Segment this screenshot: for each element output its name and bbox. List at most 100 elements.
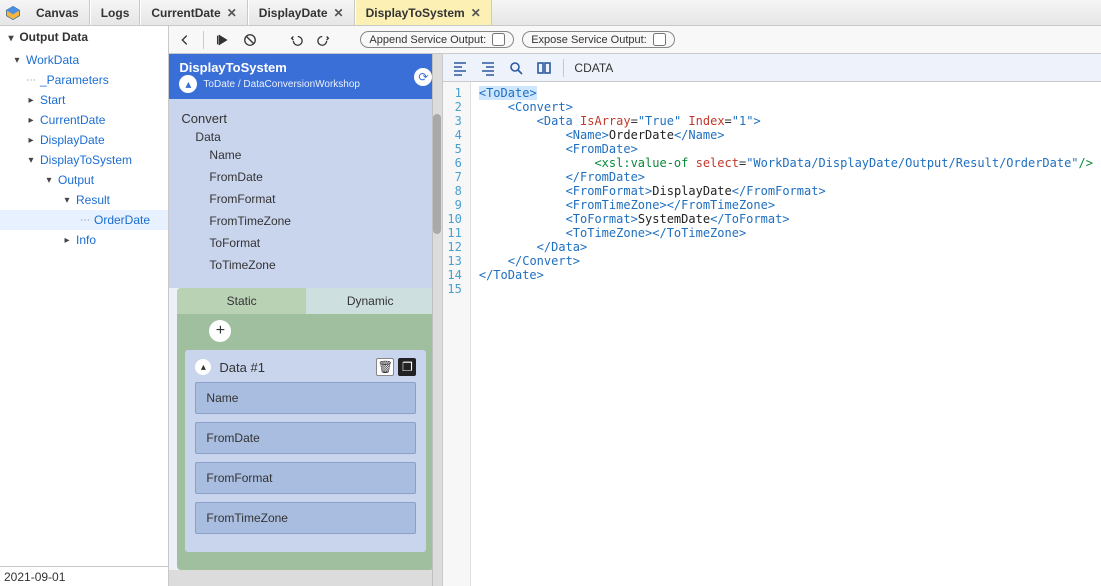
- append-output-checkbox[interactable]: [492, 33, 505, 46]
- schema-node-totimezone[interactable]: ToTimeZone: [181, 254, 430, 276]
- code-content[interactable]: <ToDate> <Convert> <Data IsArray="True" …: [471, 82, 1101, 586]
- schema-l1[interactable]: Data: [181, 130, 430, 144]
- align-right-icon[interactable]: [479, 59, 497, 77]
- align-left-icon[interactable]: [451, 59, 469, 77]
- caret-right-icon[interactable]: ▸: [26, 135, 36, 146]
- caret-down-icon[interactable]: ▾: [26, 155, 36, 166]
- leaf-icon[interactable]: ⋯: [80, 215, 90, 226]
- tree-item-label: Output: [58, 173, 94, 187]
- tree-item-workdata[interactable]: ▾WorkData: [0, 50, 168, 70]
- code-panel: CDATA 123456789101112131415 <ToDate> <Co…: [443, 54, 1101, 586]
- schema-root[interactable]: Convert: [181, 107, 430, 130]
- undo-icon[interactable]: [286, 30, 306, 50]
- tree-root-label: Output Data: [19, 30, 88, 44]
- expose-output-checkbox[interactable]: [653, 33, 666, 46]
- data-item-title: Data #1: [219, 360, 265, 375]
- card-header: DisplayToSystem ▴ ToDate / DataConversio…: [169, 54, 442, 99]
- redo-icon[interactable]: [314, 30, 334, 50]
- caret-down-icon[interactable]: ▾: [12, 55, 22, 66]
- scrollbar[interactable]: [432, 54, 442, 586]
- service-card: DisplayToSystem ▴ ToDate / DataConversio…: [169, 54, 442, 570]
- add-item-button[interactable]: +: [209, 320, 231, 342]
- run-icon[interactable]: [212, 30, 232, 50]
- tree-item-label: _Parameters: [40, 73, 109, 87]
- schema-node-fromformat[interactable]: FromFormat: [181, 188, 430, 210]
- config-tabs: Static Dynamic: [177, 288, 434, 314]
- copy-icon[interactable]: ❐: [398, 358, 416, 376]
- tree-item-label: OrderDate: [94, 213, 150, 227]
- workspace: Append Service Output: Expose Service Ou…: [169, 26, 1101, 586]
- delete-icon[interactable]: 🗑: [376, 358, 394, 376]
- tab-label: Logs: [101, 6, 130, 20]
- expose-output-label: Expose Service Output:: [531, 34, 647, 46]
- append-output-label: Append Service Output:: [369, 34, 486, 46]
- left-panel: ▾ Output Data ▾WorkData ⋯ _Parameters ▸Star…: [0, 26, 169, 586]
- field-fromtimezone[interactable]: FromTimeZone: [195, 502, 416, 534]
- append-output-toggle[interactable]: Append Service Output:: [360, 31, 514, 48]
- schema-node-fromtimezone[interactable]: FromTimeZone: [181, 210, 430, 232]
- card-subtitle: ToDate / DataConversionWorkshop: [203, 79, 360, 90]
- tree-item-start[interactable]: ▸Start: [0, 90, 168, 110]
- tab-label: CurrentDate: [151, 6, 220, 20]
- data-item: ▴ Data #1 🗑 ❐ Name FromDate FromFormat From…: [185, 350, 426, 552]
- tree-item-label: DisplayDate: [40, 133, 105, 147]
- tree-item-output[interactable]: ▾ Output: [0, 170, 168, 190]
- tab-strip: CanvasLogsCurrentDate✕DisplayDate✕Displa…: [26, 0, 492, 25]
- card-title: DisplayToSystem: [179, 60, 360, 75]
- close-icon[interactable]: ✕: [471, 6, 481, 20]
- back-icon[interactable]: [175, 30, 195, 50]
- field-fromdate[interactable]: FromDate: [195, 422, 416, 454]
- tab-canvas[interactable]: Canvas: [26, 0, 90, 25]
- caret-down-icon[interactable]: ▾: [44, 175, 54, 186]
- code-toolbar: CDATA: [443, 54, 1101, 82]
- search-icon[interactable]: [507, 59, 525, 77]
- tree-item-displaydate[interactable]: ▸ DisplayDate: [0, 130, 168, 150]
- scrollbar-thumb[interactable]: [433, 114, 441, 234]
- output-tree: ▾WorkData⋯_Parameters▸Start▸CurrentDate▸…: [0, 48, 168, 566]
- tab-label: Canvas: [36, 6, 79, 20]
- caret-down-icon[interactable]: ▾: [6, 33, 16, 44]
- caret-down-icon[interactable]: ▾: [62, 195, 72, 206]
- stop-icon[interactable]: [240, 30, 260, 50]
- tab-displaytosystem[interactable]: DisplayToSystem ✕: [355, 0, 492, 25]
- leaf-icon[interactable]: ⋯: [26, 75, 36, 86]
- schema-node-fromdate[interactable]: FromDate: [181, 166, 430, 188]
- config-section: Static Dynamic + ▴ Data #1 🗑 ❐: [177, 288, 434, 570]
- code-mode-label: CDATA: [574, 61, 613, 75]
- collapse-icon[interactable]: ▴: [195, 359, 211, 375]
- caret-right-icon[interactable]: ▸: [62, 235, 72, 246]
- schema-node-name[interactable]: Name: [181, 144, 430, 166]
- caret-up-icon[interactable]: ▴: [179, 75, 197, 93]
- schema-node-toformat[interactable]: ToFormat: [181, 232, 430, 254]
- top-tab-bar: CanvasLogsCurrentDate✕DisplayDate✕Displa…: [0, 0, 1101, 26]
- tab-currentdate[interactable]: CurrentDate ✕: [140, 0, 247, 25]
- tree-title: ▾ Output Data: [0, 26, 168, 48]
- center-panel: DisplayToSystem ▴ ToDate / DataConversio…: [169, 54, 443, 586]
- close-icon[interactable]: ✕: [227, 6, 237, 20]
- tab-logs[interactable]: Logs: [90, 0, 141, 25]
- status-bar: 2021-09-01: [0, 566, 168, 586]
- tree-item-label: Info: [76, 233, 96, 247]
- tree-item-_parameters[interactable]: ⋯ _Parameters: [0, 70, 168, 90]
- tab-displaydate[interactable]: DisplayDate✕: [248, 0, 355, 25]
- close-icon[interactable]: ✕: [334, 6, 344, 20]
- config-tab-dynamic[interactable]: Dynamic: [306, 288, 435, 314]
- code-editor[interactable]: 123456789101112131415 <ToDate> <Convert>…: [443, 82, 1101, 586]
- expose-output-toggle[interactable]: Expose Service Output:: [522, 31, 675, 48]
- tree-item-orderdate[interactable]: ⋯ OrderDate: [0, 210, 168, 230]
- config-tab-static[interactable]: Static: [177, 288, 306, 314]
- field-fromformat[interactable]: FromFormat: [195, 462, 416, 494]
- field-name[interactable]: Name: [195, 382, 416, 414]
- tree-item-info[interactable]: ▸ Info: [0, 230, 168, 250]
- tree-item-displaytosystem[interactable]: ▾DisplayToSystem: [0, 150, 168, 170]
- tree-item-currentdate[interactable]: ▸ CurrentDate: [0, 110, 168, 130]
- caret-right-icon[interactable]: ▸: [26, 95, 36, 106]
- status-text: 2021-09-01: [4, 570, 65, 584]
- refresh-icon[interactable]: ⟳: [414, 68, 432, 86]
- book-icon[interactable]: [535, 59, 553, 77]
- line-gutter: 123456789101112131415: [443, 82, 470, 586]
- tree-item-result[interactable]: ▾Result: [0, 190, 168, 210]
- tree-item-label: CurrentDate: [40, 113, 105, 127]
- tab-label: DisplayToSystem: [366, 6, 465, 20]
- caret-right-icon[interactable]: ▸: [26, 115, 36, 126]
